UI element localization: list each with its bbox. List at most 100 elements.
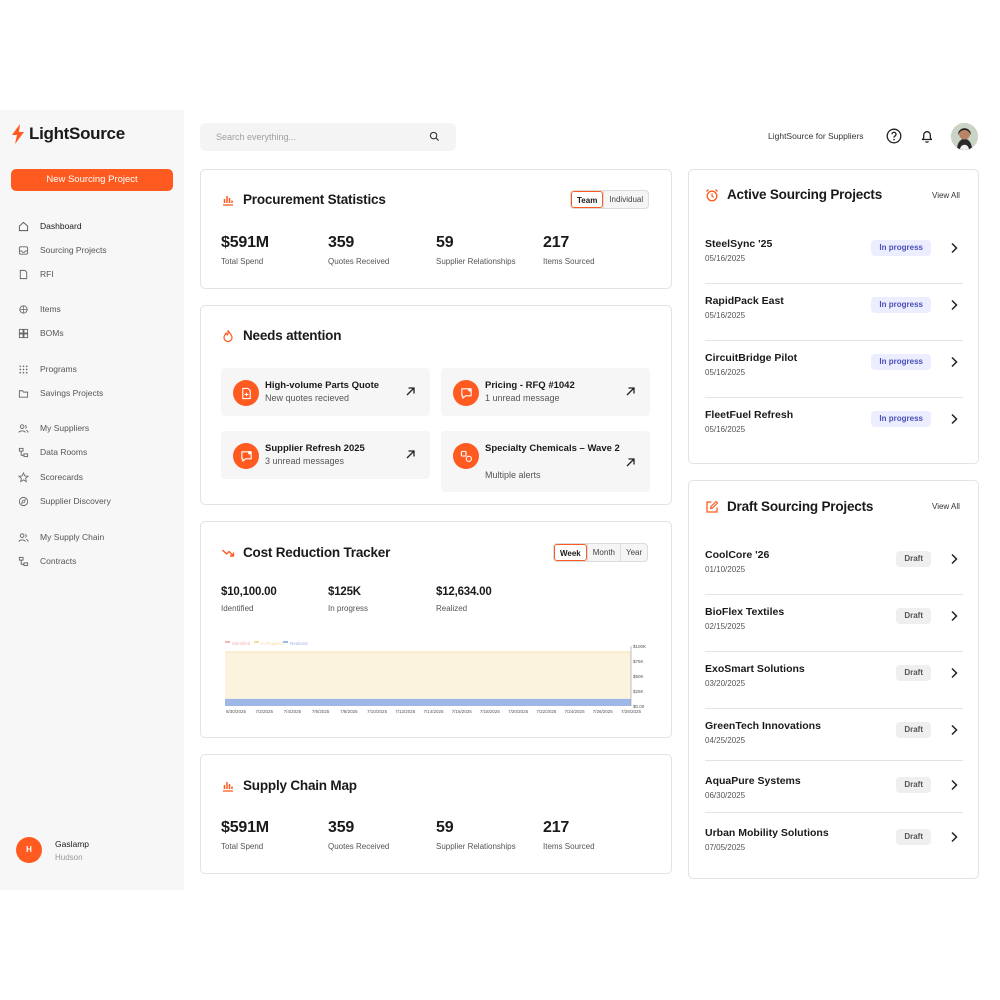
toggle-team[interactable]: Team [571, 191, 604, 208]
status-badge: In progress [871, 354, 931, 370]
project-row[interactable]: BioFlex Textiles 02/15/2025 Draft [705, 595, 963, 652]
view-all-active-link[interactable]: View All [932, 191, 960, 200]
sidebar-item-label: Contracts [40, 556, 77, 566]
chevron-right-icon[interactable] [949, 724, 959, 736]
status-badge: In progress [871, 240, 931, 256]
cost-in-progress-value: $125K [328, 586, 361, 598]
project-date: 01/10/2025 [705, 565, 746, 574]
attention-item-high-volume[interactable]: High-volume Parts Quote New quotes recie… [221, 368, 430, 416]
help-icon[interactable] [886, 128, 902, 144]
sidebar-item-boms[interactable]: BOMs [18, 326, 64, 340]
stat-suppliers-label: Supplier Relationships [436, 257, 516, 266]
status-badge: Draft [896, 608, 931, 624]
new-sourcing-project-button[interactable]: New Sourcing Project [11, 169, 173, 191]
legend-label: In Progress [261, 641, 285, 646]
sidebar-item-sourcing-projects[interactable]: Sourcing Projects [18, 243, 107, 257]
sc-items-label: Items Sourced [543, 842, 595, 851]
profile-avatar[interactable] [951, 123, 978, 150]
x-tick-label: 7/20/2025 [508, 709, 529, 714]
sidebar-item-scorecards[interactable]: Scorecards [18, 470, 83, 484]
x-tick-label: 7/2/2025 [255, 709, 273, 714]
chevron-right-icon[interactable] [949, 413, 959, 425]
folder-icon [18, 389, 29, 398]
view-all-draft-link[interactable]: View All [932, 502, 960, 511]
legend-swatch [254, 641, 259, 643]
stat-total-spend-label: Total Spend [221, 257, 264, 266]
hierarchy-icon [18, 556, 29, 566]
sidebar-item-items[interactable]: Items [18, 302, 61, 316]
card-title-text: Needs attention [243, 328, 342, 343]
team-individual-toggle[interactable]: Team Individual [570, 190, 650, 209]
project-name: GreenTech Innovations [705, 720, 821, 732]
chevron-right-icon[interactable] [949, 553, 959, 565]
logo[interactable]: LightSource [11, 124, 125, 144]
attention-item-specialty-chemicals[interactable]: Specialty Chemicals – Wave 2 Multiple al… [441, 431, 650, 492]
procurement-statistics-card [200, 169, 672, 289]
sidebar-item-dashboard[interactable]: Dashboard [18, 219, 82, 233]
stat-items-label: Items Sourced [543, 257, 595, 266]
sc-suppliers-label: Supplier Relationships [436, 842, 516, 851]
search-icon[interactable] [429, 131, 440, 142]
project-row[interactable]: CircuitBridge Pilot 05/16/2025 In progre… [705, 341, 963, 398]
supply-chain-map-title: Supply Chain Map [221, 778, 357, 793]
notification-bell-icon[interactable] [919, 128, 935, 144]
status-badge: Draft [896, 829, 931, 845]
chevron-right-icon[interactable] [949, 299, 959, 311]
user-name: Gaslamp [55, 839, 90, 849]
sidebar-item-programs[interactable]: Programs [18, 362, 77, 376]
supply-chain-map-card [200, 754, 672, 874]
sidebar-item-my-supply-chain[interactable]: My Supply Chain [18, 530, 104, 544]
cost-realized-label: Realized [436, 604, 468, 613]
sidebar-item-supplier-discovery[interactable]: Supplier Discovery [18, 494, 111, 508]
project-row[interactable]: FleetFuel Refresh 05/16/2025 In progress [705, 398, 963, 455]
users-icon [18, 532, 29, 542]
project-date: 05/16/2025 [705, 254, 746, 263]
project-date: 07/05/2025 [705, 843, 746, 852]
project-row[interactable]: ExoSmart Solutions 03/20/2025 Draft [705, 652, 963, 709]
sidebar-item-rfi[interactable]: RFI [18, 267, 54, 281]
project-row[interactable]: RapidPack East 05/16/2025 In progress [705, 284, 963, 341]
project-row[interactable]: Urban Mobility Solutions 07/05/2025 Draf… [705, 813, 963, 865]
project-date: 05/16/2025 [705, 368, 746, 377]
attention-item-pricing-rfq[interactable]: Pricing - RFQ #1042 1 unread message [441, 368, 650, 416]
stat-quotes-label: Quotes Received [328, 257, 390, 266]
sidebar-item-savings-projects[interactable]: Savings Projects [18, 386, 103, 400]
cost-reduction-chart: Identified In Progress Realized $100K $75K $5… [225, 641, 646, 714]
status-badge: In progress [871, 297, 931, 313]
x-tick-label: 7/14/2025 [423, 709, 444, 714]
user-avatar[interactable]: H [16, 837, 42, 863]
sc-total-spend-value: $591M [221, 819, 269, 836]
message-icon [453, 380, 479, 406]
project-name: RapidPack East [705, 295, 784, 307]
sidebar-item-contracts[interactable]: Contracts [18, 554, 76, 568]
project-row[interactable]: SteelSync '25 05/16/2025 In progress [705, 227, 963, 284]
project-date: 05/16/2025 [705, 425, 746, 434]
chevron-right-icon[interactable] [949, 610, 959, 622]
attention-item-sub: 1 unread message [485, 393, 560, 403]
arrow-up-right-icon [626, 458, 635, 467]
sidebar-item-label: Dashboard [40, 221, 82, 231]
cost-reduction-title: Cost Reduction Tracker [221, 545, 390, 560]
chevron-right-icon[interactable] [949, 356, 959, 368]
sidebar-item-data-rooms[interactable]: Data Rooms [18, 445, 87, 459]
toggle-year[interactable]: Year [620, 544, 647, 561]
arrow-up-right-icon [406, 450, 415, 459]
week-month-year-toggle[interactable]: Week Month Year [553, 543, 649, 562]
project-row[interactable]: GreenTech Innovations 04/25/2025 Draft [705, 709, 963, 761]
chevron-right-icon[interactable] [949, 242, 959, 254]
toggle-month[interactable]: Month [586, 544, 620, 561]
toggle-individual[interactable]: Individual [603, 191, 648, 208]
chevron-right-icon[interactable] [949, 779, 959, 791]
project-row[interactable]: CoolCore '26 01/10/2025 Draft [705, 538, 963, 595]
attention-item-supplier-refresh[interactable]: Supplier Refresh 2025 3 unread messages [221, 431, 430, 479]
project-row[interactable]: AquaPure Systems 06/30/2025 Draft [705, 761, 963, 813]
series-area-in-progress [225, 652, 631, 706]
status-badge: In progress [871, 411, 931, 427]
chevron-right-icon[interactable] [949, 831, 959, 843]
toggle-week[interactable]: Week [554, 544, 587, 561]
chevron-right-icon[interactable] [949, 667, 959, 679]
lightsource-for-suppliers-link[interactable]: LightSource for Suppliers [768, 131, 863, 141]
sidebar-item-my-suppliers[interactable]: My Suppliers [18, 421, 89, 435]
sidebar-item-label: Scorecards [40, 472, 83, 482]
x-tick-label: 7/8/2025 [340, 709, 358, 714]
